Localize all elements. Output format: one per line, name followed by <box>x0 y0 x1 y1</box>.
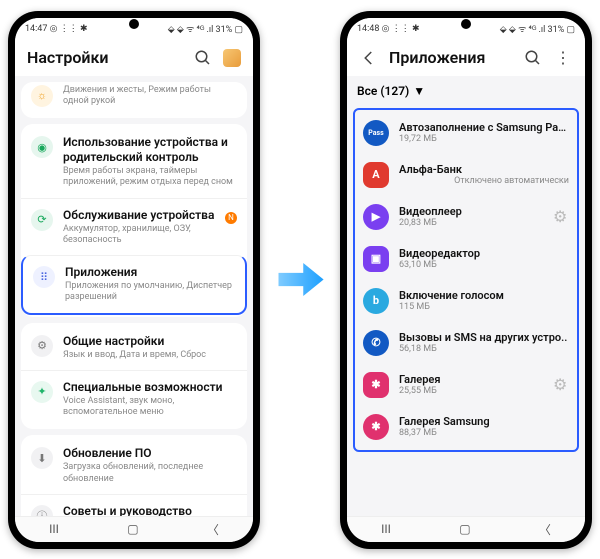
nav-back[interactable]: 〈 <box>539 521 551 538</box>
apps-header: Приложения ⋮ <box>347 40 585 76</box>
apps-icon: ⠿ <box>33 266 55 288</box>
nav-recents[interactable]: III <box>49 522 59 536</box>
settings-header: Настройки <box>15 40 253 76</box>
app-icon: b <box>363 288 389 314</box>
page-title: Настройки <box>27 48 183 67</box>
app-icon: ✱ <box>363 372 389 398</box>
settings-item-software-update[interactable]: ⬇ Обновление ПО Загрузка обновлений, пос… <box>21 437 247 494</box>
app-item-calls-sms[interactable]: ✆ Вызовы и SMS на других устро..56,18 МБ <box>355 322 577 364</box>
notification-badge: N <box>225 212 237 224</box>
search-icon[interactable] <box>523 48 543 68</box>
wellbeing-icon: ◉ <box>31 136 53 158</box>
settings-item-general[interactable]: ⚙ Общие настройки Язык и ввод, Дата и вр… <box>21 325 247 370</box>
settings-item-apps[interactable]: ⠿ Приложения Приложения по умолчанию, Ди… <box>21 255 247 315</box>
nav-back[interactable]: 〈 <box>207 521 219 538</box>
app-item-video-editor[interactable]: ▣ Видеоредактор63,10 МБ <box>355 238 577 280</box>
app-item-alfa-bank[interactable]: A Альфа-БанкОтключено автоматически <box>355 154 577 196</box>
settings-item-wellbeing[interactable]: ◉ Использование устройства и родительски… <box>21 126 247 198</box>
settings-item-accessibility[interactable]: ✦ Специальные возможности Voice Assistan… <box>21 370 247 428</box>
nav-bar: III ▢ 〈 <box>15 516 253 542</box>
nav-home[interactable]: ▢ <box>127 522 138 536</box>
chevron-down-icon: ▼ <box>413 84 425 98</box>
settings-item-motions[interactable]: ☼ Движения и жесты, Режим работы одной р… <box>21 84 247 117</box>
app-icon: ✆ <box>363 330 389 356</box>
gear-icon[interactable]: ⚙ <box>553 207 569 226</box>
app-item-samsung-pass[interactable]: Pass Автозаполнение с Samsung Pas..19,72… <box>355 112 577 154</box>
app-icon: ▣ <box>363 246 389 272</box>
general-icon: ⚙ <box>31 335 53 357</box>
app-list-highlight: Pass Автозаполнение с Samsung Pas..19,72… <box>353 108 579 452</box>
app-icon: ✱ <box>363 414 389 440</box>
app-item-video-player[interactable]: ▶ Видеоплеер20,83 МБ ⚙ <box>355 196 577 238</box>
nav-recents[interactable]: III <box>381 522 391 536</box>
tips-icon: ⓘ <box>31 505 53 516</box>
gear-icon[interactable]: ⚙ <box>553 375 569 394</box>
more-icon[interactable]: ⋮ <box>553 48 573 68</box>
account-icon[interactable] <box>223 49 241 67</box>
app-icon: Pass <box>363 120 389 146</box>
filter-dropdown[interactable]: Все (127) ▼ <box>347 76 585 106</box>
app-icon: ▶ <box>363 204 389 230</box>
app-item-gallery[interactable]: ✱ Галерея25,55 МБ ⚙ <box>355 364 577 406</box>
search-icon[interactable] <box>193 48 213 68</box>
app-item-voice-wakeup[interactable]: b Включение голосом115 МБ <box>355 280 577 322</box>
back-icon[interactable] <box>359 48 379 68</box>
app-item-samsung-gallery[interactable]: ✱ Галерея Samsung88,37 МБ <box>355 406 577 448</box>
sun-icon: ☼ <box>31 85 53 107</box>
arrow-icon <box>273 252 328 307</box>
app-icon: A <box>363 162 389 188</box>
nav-home[interactable]: ▢ <box>459 522 470 536</box>
update-icon: ⬇ <box>31 447 53 469</box>
accessibility-icon: ✦ <box>31 381 53 403</box>
nav-bar: III ▢ 〈 <box>347 516 585 542</box>
device-care-icon: ⟳ <box>31 209 53 231</box>
settings-item-device-care[interactable]: ⟳ Обслуживание устройства Аккумулятор, х… <box>21 198 247 256</box>
page-title: Приложения <box>389 48 513 67</box>
settings-item-tips[interactable]: ⓘ Советы и руководство <box>21 494 247 516</box>
